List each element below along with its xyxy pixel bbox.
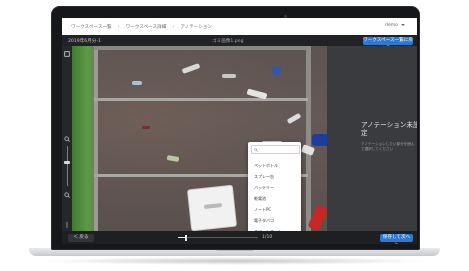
breadcrumb-separator-icon: › [172, 23, 175, 30]
trash-item [272, 66, 281, 75]
trash-item [222, 74, 236, 78]
user-menu[interactable]: demo [385, 23, 405, 28]
app-screen: ワークスペース一覧 › ワークスペース詳細 › アノテーション demo 201… [62, 18, 417, 244]
label-option[interactable]: ノートPC [254, 207, 271, 213]
annotation-panel [327, 46, 417, 231]
image-filename: ゴミ画像1.png [212, 39, 244, 44]
zoom-in-icon[interactable] [64, 136, 70, 142]
image-frame [94, 46, 308, 50]
save-and-next-button[interactable]: 保存して次へ ＞ [380, 233, 413, 244]
zoom-out-icon[interactable] [64, 192, 70, 198]
user-name: demo [384, 23, 398, 28]
trash-item [312, 134, 327, 146]
trash-item [142, 126, 150, 129]
image-frame [94, 46, 98, 231]
trash-item [166, 154, 180, 163]
label-option[interactable]: 電子タバコ [254, 218, 274, 224]
image-progress-handle[interactable] [185, 234, 187, 241]
laptop-shadow [40, 257, 430, 265]
image-progress[interactable] [178, 237, 258, 238]
dataset-title: 2019年6月分-1 [68, 39, 101, 44]
image-counter: 1/10 [262, 234, 273, 240]
tool-sidebar [62, 46, 72, 231]
image-header: 2019年6月分-1 ゴミ画像1.png ワークスペース一覧に戻る [62, 35, 417, 51]
zoom-slider-handle[interactable] [64, 161, 70, 164]
trash-item [181, 63, 201, 74]
label-option[interactable]: ペットボトル [254, 163, 278, 169]
square-tool-icon[interactable] [64, 51, 70, 57]
chevron-down-icon [401, 23, 405, 26]
back-to-workspaces-button[interactable]: ワークスペース一覧に戻る [363, 36, 413, 51]
label-option[interactable]: スプレー缶 [254, 174, 274, 180]
breadcrumb-annotation: アノテーション [180, 24, 212, 30]
more-icon[interactable] [64, 222, 70, 228]
breadcrumb-separator-icon: › [117, 23, 120, 30]
trash-item [300, 144, 316, 156]
label-dropdown: ペットボトル スプレー缶 バッテリー 乾電池 ノートPC 電子タバコ スマートフ… [248, 142, 301, 239]
search-icon [254, 147, 258, 152]
annotation-instructions: アノテーションしたい部分を囲んで選択してください [361, 142, 415, 151]
annotation-status-title: アノテーション未設定 [361, 121, 417, 137]
label-search-input[interactable] [251, 145, 300, 154]
zoom-slider[interactable] [66, 146, 68, 186]
trash-item [286, 112, 302, 125]
image-frame [306, 46, 311, 231]
prev-button[interactable]: ＜ 戻る [68, 233, 94, 242]
image-frame [94, 98, 308, 101]
label-option[interactable]: 乾電池 [254, 196, 266, 202]
top-bar: ワークスペース一覧 › ワークスペース詳細 › アノテーション demo [62, 18, 417, 35]
bottom-bar: ＜ 戻る 1/10 保存して次へ ＞ [62, 231, 417, 244]
breadcrumb-workspace-list[interactable]: ワークスペース一覧 [71, 24, 112, 30]
breadcrumb-workspace-detail[interactable]: ワークスペース詳細 [126, 24, 167, 30]
trash-item [132, 81, 142, 85]
label-option[interactable]: バッテリー [254, 185, 274, 191]
